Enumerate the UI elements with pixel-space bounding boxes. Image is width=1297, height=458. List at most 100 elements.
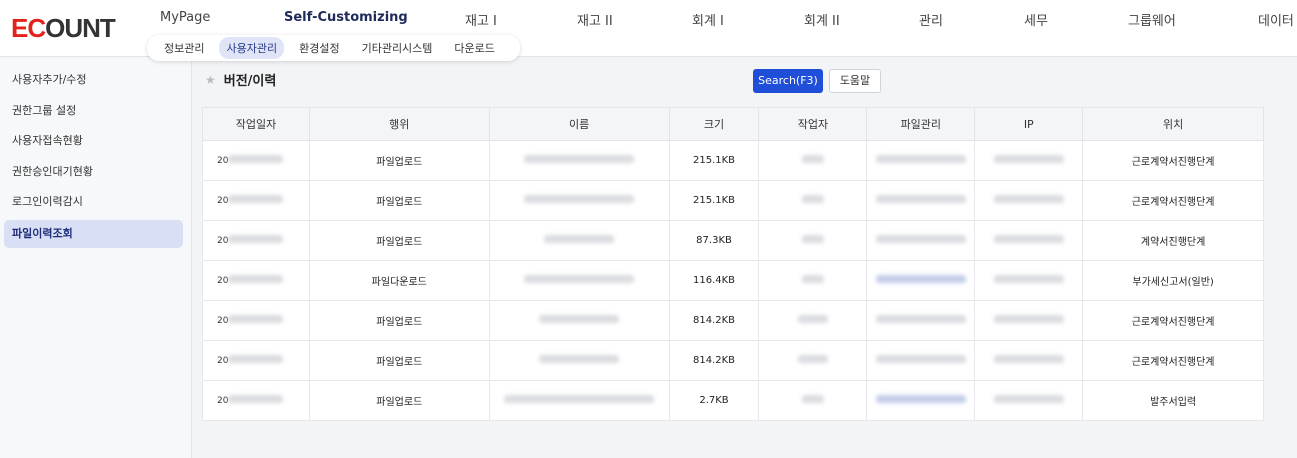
redacted-worker — [801, 275, 824, 283]
redacted-file-link[interactable] — [875, 395, 966, 403]
sidebar-item-login-monitor[interactable]: 로그인이력감시 — [4, 188, 183, 216]
header-date[interactable]: 작업일자 — [202, 107, 310, 141]
sidebar-item-file-history[interactable]: 파일이력조회 — [4, 220, 183, 248]
location-cell: 근로계약서진행단계 — [1082, 340, 1264, 381]
redacted-file-link[interactable] — [875, 355, 966, 363]
redacted-ip — [993, 395, 1064, 403]
ip-cell — [974, 260, 1084, 301]
size-cell: 87.3KB — [668, 220, 760, 261]
ip-cell — [974, 220, 1084, 261]
redacted-ip — [993, 355, 1064, 363]
header-location[interactable]: 위치 — [1082, 107, 1264, 141]
ip-cell — [974, 140, 1084, 181]
nav-inventory-1[interactable]: 재고 I — [465, 10, 497, 29]
search-button[interactable]: Search(F3) — [753, 69, 823, 93]
redacted-date — [228, 195, 284, 203]
table-row[interactable]: 20 파일다운로드 116.4KB 부가세신고서(일반) — [202, 260, 1264, 301]
nav-management[interactable]: 관리 — [919, 10, 943, 29]
file-management-cell — [866, 180, 976, 221]
file-management-cell — [866, 220, 976, 261]
redacted-filename — [544, 235, 615, 243]
worker-cell — [758, 340, 868, 381]
redacted-filename — [539, 315, 620, 323]
nav-accounting-2[interactable]: 회계 II — [804, 10, 840, 29]
redacted-ip — [993, 195, 1064, 203]
header-ip[interactable]: IP — [974, 107, 1084, 141]
sidebar: 사용자추가/수정 권한그룹 설정 사용자접속현황 권한승인대기현황 로그인이력감… — [0, 58, 192, 458]
redacted-file-link[interactable] — [875, 195, 966, 203]
redacted-ip — [993, 315, 1064, 323]
sub-nav: 정보관리 사용자관리 환경설정 기타관리시스템 다운로드 — [147, 35, 520, 61]
nav-self-customizing[interactable]: Self-Customizing — [284, 10, 408, 25]
table-row[interactable]: 20 파일업로드 2.7KB 발주서입력 — [202, 380, 1264, 421]
header-action[interactable]: 행위 — [308, 107, 490, 141]
redacted-worker — [797, 315, 828, 323]
redacted-worker — [801, 195, 824, 203]
table-row[interactable]: 20 파일업로드 814.2KB 근로계약서진행단계 — [202, 340, 1264, 381]
subnav-download[interactable]: 다운로드 — [447, 37, 501, 59]
redacted-file-link[interactable] — [875, 155, 966, 163]
subnav-settings[interactable]: 환경설정 — [292, 37, 346, 59]
name-cell — [488, 340, 670, 381]
size-cell: 814.2KB — [668, 340, 760, 381]
sidebar-item-permission-group[interactable]: 권한그룹 설정 — [4, 97, 183, 125]
header-size[interactable]: 크기 — [668, 107, 760, 141]
redacted-date — [228, 355, 284, 363]
redacted-date — [228, 235, 284, 243]
header-name[interactable]: 이름 — [488, 107, 670, 141]
date-cell: 20 — [202, 340, 310, 381]
file-management-cell — [866, 340, 976, 381]
subnav-user-management[interactable]: 사용자관리 — [219, 37, 285, 59]
action-cell: 파일업로드 — [308, 220, 490, 261]
date-prefix: 20 — [217, 356, 229, 366]
nav-tax[interactable]: 세무 — [1024, 10, 1048, 29]
nav-inventory-2[interactable]: 재고 II — [577, 10, 613, 29]
table-row[interactable]: 20 파일업로드 215.1KB 근로계약서진행단계 — [202, 180, 1264, 221]
main-content: ★ 버전/이력 Search(F3) 도움말 작업일자 행위 이름 크기 작업자… — [193, 58, 1297, 458]
location-cell: 부가세신고서(일반) — [1082, 260, 1264, 301]
date-prefix: 20 — [217, 236, 229, 246]
favorite-star-icon[interactable]: ★ — [205, 73, 216, 87]
subnav-info-management[interactable]: 정보관리 — [157, 37, 211, 59]
redacted-file-link[interactable] — [875, 235, 966, 243]
name-cell — [488, 380, 670, 421]
redacted-worker — [801, 395, 824, 403]
action-cell: 파일업로드 — [308, 380, 490, 421]
nav-mypage[interactable]: MyPage — [160, 10, 210, 25]
redacted-date — [228, 275, 284, 283]
table-header-row: 작업일자 행위 이름 크기 작업자 파일관리 IP 위치 — [202, 107, 1264, 141]
redacted-file-link[interactable] — [875, 275, 966, 283]
redacted-date — [228, 155, 284, 163]
file-management-cell — [866, 380, 976, 421]
sidebar-item-approval-pending[interactable]: 권한승인대기현황 — [4, 158, 183, 186]
redacted-ip — [993, 275, 1064, 283]
nav-data[interactable]: 데이터 — [1258, 10, 1294, 29]
table-row[interactable]: 20 파일업로드 215.1KB 근로계약서진행단계 — [202, 140, 1264, 181]
worker-cell — [758, 380, 868, 421]
redacted-ip — [993, 235, 1064, 243]
worker-cell — [758, 140, 868, 181]
nav-groupware[interactable]: 그룹웨어 — [1128, 10, 1176, 29]
redacted-filename — [524, 195, 635, 203]
date-cell: 20 — [202, 300, 310, 341]
redacted-file-link[interactable] — [875, 315, 966, 323]
subnav-other-systems[interactable]: 기타관리시스템 — [355, 37, 440, 59]
table-row[interactable]: 20 파일업로드 814.2KB 근로계약서진행단계 — [202, 300, 1264, 341]
redacted-filename — [524, 155, 635, 163]
sidebar-item-add-user[interactable]: 사용자추가/수정 — [4, 66, 183, 94]
action-cell: 파일업로드 — [308, 300, 490, 341]
file-management-cell — [866, 140, 976, 181]
redacted-worker — [801, 235, 824, 243]
action-cell: 파일다운로드 — [308, 260, 490, 301]
page-title: 버전/이력 — [223, 74, 277, 89]
table-row[interactable]: 20 파일업로드 87.3KB 계약서진행단계 — [202, 220, 1264, 261]
date-cell: 20 — [202, 380, 310, 421]
sidebar-item-user-access[interactable]: 사용자접속현황 — [4, 127, 183, 155]
date-cell: 20 — [202, 260, 310, 301]
header-file-management[interactable]: 파일관리 — [866, 107, 976, 141]
header-worker[interactable]: 작업자 — [758, 107, 868, 141]
ip-cell — [974, 180, 1084, 221]
help-button[interactable]: 도움말 — [829, 69, 881, 93]
nav-accounting-1[interactable]: 회계 I — [692, 10, 724, 29]
action-cell: 파일업로드 — [308, 340, 490, 381]
